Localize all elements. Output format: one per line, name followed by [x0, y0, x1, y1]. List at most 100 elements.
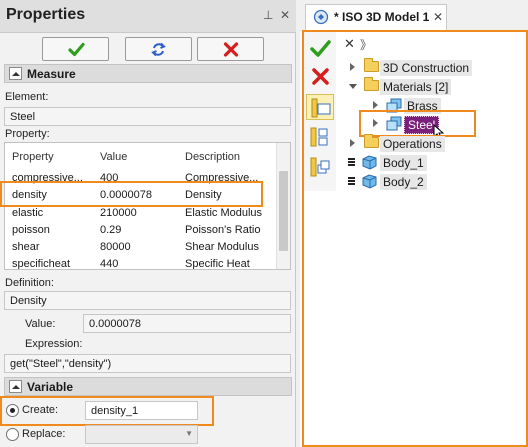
chevron-down-icon: ▼: [185, 429, 193, 438]
close-panel-icon[interactable]: ✕: [280, 8, 290, 22]
measure-section-label: Measure: [27, 67, 76, 81]
ruler-split-icon: [310, 127, 328, 147]
definition-label: Definition:: [5, 277, 54, 289]
check-icon: [310, 40, 331, 57]
create-variable-input[interactable]: density_1: [85, 401, 198, 420]
variable-section-header[interactable]: Variable: [4, 377, 292, 396]
row-value: 0.0000078: [100, 189, 152, 201]
layout-tool-1-button[interactable]: [306, 94, 334, 120]
table-row[interactable]: elastic 210000 Elastic Modulus: [5, 205, 277, 222]
collapse-icon[interactable]: [9, 67, 22, 80]
row-value: 400: [100, 172, 119, 184]
tree-close-icon[interactable]: ✕: [344, 36, 355, 52]
ok-button[interactable]: [42, 37, 109, 61]
expression-label: Expression:: [25, 338, 83, 350]
row-property: compressive...: [12, 172, 83, 184]
row-description: Poisson's Ratio: [185, 224, 261, 236]
tree-node-label: Body_2: [380, 174, 427, 190]
collapse-arrow-icon[interactable]: [349, 84, 357, 89]
tree-node-3d-construction[interactable]: 3D Construction: [350, 58, 520, 77]
pin-icon[interactable]: ⊥: [263, 8, 273, 22]
property-table[interactable]: Property Value Description compressive..…: [4, 142, 291, 270]
table-row[interactable]: compressive... 400 Compressive...: [5, 170, 277, 187]
scrollbar-thumb[interactable]: [279, 171, 288, 251]
tree-node-label: Operations: [380, 136, 445, 152]
folder-icon: [364, 58, 379, 72]
replace-select[interactable]: ▼: [85, 425, 198, 444]
row-value: 0.29: [100, 224, 122, 236]
tree-expand-icon[interactable]: 》: [360, 36, 372, 53]
expand-arrow-icon[interactable]: [373, 101, 378, 109]
properties-panel: Properties ⊥ ✕ Measure Element: Steel Pr…: [0, 0, 296, 447]
check-icon: [68, 42, 85, 57]
row-value: 210000: [100, 207, 137, 219]
create-label: Create:: [22, 404, 59, 416]
tree-node-label: Materials [2]: [380, 79, 452, 95]
row-property: elastic: [12, 207, 44, 219]
create-radio[interactable]: [6, 404, 19, 417]
row-property: poisson: [12, 224, 50, 236]
row-description: Specific Heat: [185, 258, 250, 270]
cancel-icon: [223, 42, 239, 57]
properties-title-bar: Properties ⊥ ✕: [0, 0, 296, 33]
row-property: density: [12, 189, 47, 201]
equals-icon: [348, 158, 355, 166]
ruler-panel-icon: [311, 98, 331, 118]
row-description: Shear Modulus: [185, 241, 259, 253]
tree-node-body-2[interactable]: Body_2: [348, 173, 518, 191]
model-tab-icon: [313, 9, 329, 25]
tab-iso-3d-model[interactable]: * ISO 3D Model 1 ✕: [305, 4, 447, 31]
collapse-icon[interactable]: [9, 380, 22, 393]
refresh-icon: [151, 42, 166, 57]
body-icon: [362, 155, 377, 170]
definition-field[interactable]: Density: [4, 291, 291, 310]
element-field[interactable]: Steel: [4, 107, 291, 126]
folder-icon: [364, 77, 379, 91]
variable-section-label: Variable: [27, 380, 74, 394]
column-header-value[interactable]: Value: [100, 151, 127, 163]
column-header-property[interactable]: Property: [12, 151, 54, 163]
close-tab-icon[interactable]: ✕: [433, 10, 443, 24]
panel-title: Properties: [6, 6, 86, 23]
tree-node-operations[interactable]: Operations: [350, 134, 520, 153]
cancel-button[interactable]: [197, 37, 264, 61]
element-label: Element:: [5, 91, 49, 103]
cancel-icon: [312, 68, 329, 85]
replace-radio[interactable]: [6, 428, 19, 441]
tree-node-steel[interactable]: Steel: [373, 115, 473, 140]
material-icon: [386, 98, 402, 113]
ruler-cascade-icon: [310, 157, 330, 177]
tree-node-materials[interactable]: Materials [2]: [349, 77, 520, 96]
body-icon: [362, 174, 377, 189]
property-label: Property:: [5, 128, 50, 140]
expand-arrow-icon[interactable]: [350, 139, 355, 147]
row-value: 440: [100, 258, 119, 270]
expression-field[interactable]: get("Steel","density"): [4, 354, 291, 373]
measure-section-header[interactable]: Measure: [4, 64, 292, 83]
tree-node-label: Body_1: [380, 155, 427, 171]
row-value: 80000: [100, 241, 131, 253]
reject-tool-button[interactable]: [306, 64, 334, 90]
column-header-description[interactable]: Description: [185, 151, 240, 163]
expand-arrow-icon[interactable]: [350, 63, 355, 71]
layout-tool-2-button[interactable]: [306, 124, 334, 150]
row-description: Elastic Modulus: [185, 207, 263, 219]
value-field[interactable]: 0.0000078: [83, 314, 291, 333]
folder-icon: [364, 134, 379, 148]
equals-icon: [348, 177, 355, 185]
tree-node-body-1[interactable]: Body_1: [348, 154, 518, 172]
row-description: Density: [185, 189, 222, 201]
layout-tool-3-button[interactable]: [306, 154, 334, 180]
row-description: Compressive...: [185, 172, 259, 184]
material-icon: [386, 116, 402, 131]
row-property: shear: [12, 241, 40, 253]
tree-node-brass[interactable]: Brass: [373, 97, 493, 115]
table-scrollbar[interactable]: [276, 143, 290, 269]
refresh-button[interactable]: [125, 37, 192, 61]
table-row[interactable]: density 0.0000078 Density: [5, 187, 277, 204]
expand-arrow-icon[interactable]: [373, 119, 378, 127]
table-row[interactable]: poisson 0.29 Poisson's Ratio: [5, 222, 277, 239]
accept-tool-button[interactable]: [306, 36, 334, 62]
table-row[interactable]: specificheat 440 Specific Heat: [5, 256, 277, 270]
table-row[interactable]: shear 80000 Shear Modulus: [5, 239, 277, 256]
